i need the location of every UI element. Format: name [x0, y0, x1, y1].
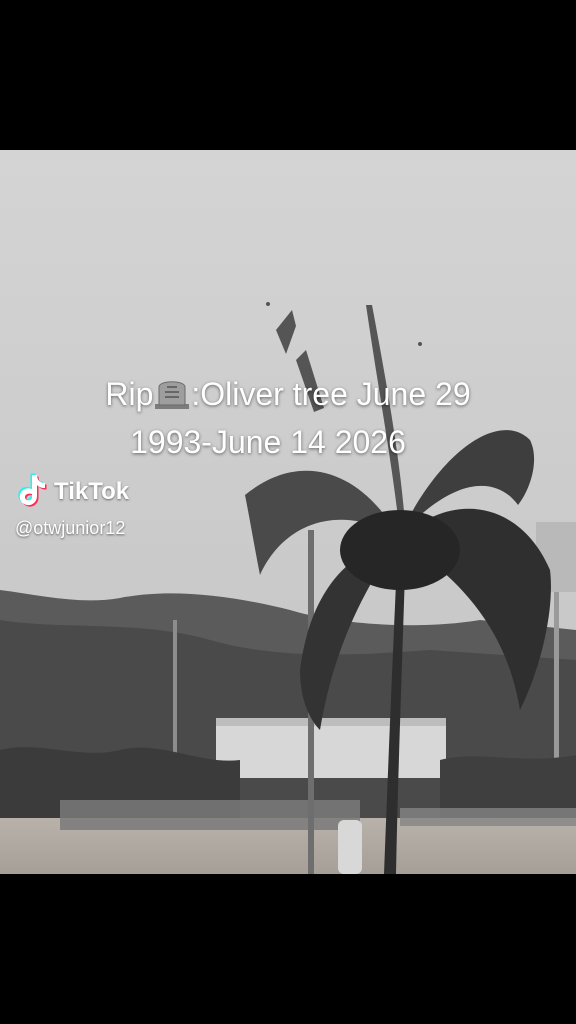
- headstone-icon: [155, 376, 190, 420]
- caption-rip: Rip: [105, 376, 154, 412]
- creator-handle: @otwjunior12: [15, 518, 126, 538]
- caption: Rip :Oliver tree June 29 1993-June 14 202…: [0, 372, 576, 464]
- crowd: [60, 800, 360, 830]
- caption-oliver: :Oliver tree June 29: [191, 376, 471, 412]
- officer-figure: [338, 820, 362, 874]
- caption-line-2: 1993-June 14 2026: [130, 424, 406, 460]
- video-frame[interactable]: [0, 150, 576, 874]
- tiktok-watermark: TikTok: [18, 473, 130, 512]
- video-scene: [0, 150, 576, 874]
- tiktok-note-icon: [18, 473, 48, 512]
- building: [216, 718, 446, 778]
- tiktok-wordmark: TikTok: [54, 478, 130, 505]
- caption-line-1: Rip :Oliver tree June 29: [0, 372, 576, 420]
